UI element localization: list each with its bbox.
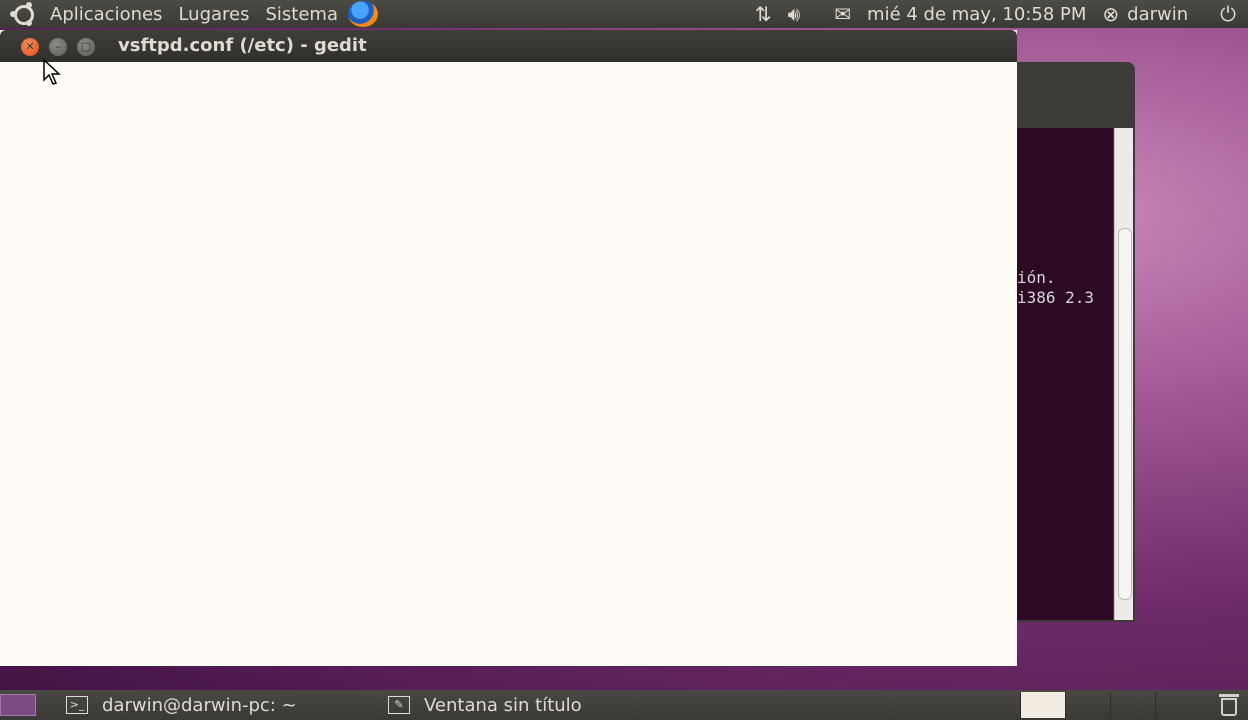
ubuntu-logo-icon[interactable] bbox=[10, 1, 36, 27]
text-editor-icon: ✎ bbox=[388, 696, 410, 714]
terminal-scrollbar[interactable] bbox=[1114, 128, 1133, 620]
workspace-3[interactable] bbox=[1110, 692, 1155, 718]
taskbar-item-terminal[interactable]: >_ darwin@darwin-pc: ~ bbox=[52, 690, 370, 720]
gedit-window[interactable]: ✕ – □ vsftpd.conf (/etc) - gedit bbox=[0, 30, 1017, 666]
taskbar-item-gedit[interactable]: ✎ Ventana sin título bbox=[374, 690, 696, 720]
indicator-area: ⇅ 🔊︎ ✉ mié 4 de may, 10:58 PM ⊗ darwin ⏻ bbox=[747, 0, 1248, 28]
taskbar-item-label: darwin@darwin-pc: ~ bbox=[102, 694, 297, 716]
workspace-2[interactable] bbox=[1065, 692, 1110, 718]
window-titlebar[interactable]: ✕ – □ vsftpd.conf (/etc) - gedit bbox=[0, 30, 1017, 62]
editor-area[interactable] bbox=[0, 62, 1017, 666]
window-title: vsftpd.conf (/etc) - gedit bbox=[118, 35, 367, 56]
workspace-4[interactable] bbox=[1155, 692, 1200, 718]
menu-applications[interactable]: Aplicaciones bbox=[42, 0, 170, 28]
terminal-content[interactable]: ión. i386 2.3 bbox=[1017, 128, 1113, 620]
terminal-line: i386 2.3 bbox=[1017, 288, 1095, 307]
taskbar-item-label: Ventana sin título bbox=[424, 694, 582, 716]
terminal-window[interactable]: ión. i386 2.3 bbox=[1017, 62, 1135, 622]
mail-icon[interactable]: ✉ bbox=[826, 0, 859, 28]
volume-icon[interactable]: 🔊︎ bbox=[780, 0, 809, 28]
firefox-icon[interactable] bbox=[346, 0, 380, 28]
minimize-icon: – bbox=[55, 40, 61, 53]
close-icon: ✕ bbox=[25, 40, 35, 53]
terminal-icon: >_ bbox=[66, 696, 88, 714]
menu-system[interactable]: Sistema bbox=[258, 0, 347, 28]
trash-icon[interactable] bbox=[1216, 692, 1242, 718]
maximize-icon: □ bbox=[80, 40, 92, 53]
top-panel: Aplicaciones Lugares Sistema ⇅ 🔊︎ ✉ mié … bbox=[0, 0, 1248, 28]
user-status-icon[interactable]: ⊗ bbox=[1094, 0, 1127, 28]
clock[interactable]: mié 4 de may, 10:58 PM bbox=[859, 0, 1094, 28]
close-button[interactable]: ✕ bbox=[21, 38, 39, 56]
scrollbar-thumb[interactable] bbox=[1118, 228, 1132, 600]
workspace-1[interactable] bbox=[1020, 692, 1065, 718]
power-icon[interactable]: ⏻ bbox=[1212, 0, 1244, 28]
show-desktop-button[interactable] bbox=[0, 694, 36, 716]
minimize-button[interactable]: – bbox=[49, 38, 67, 56]
terminal-line: ión. bbox=[1017, 268, 1056, 287]
menu-places[interactable]: Lugares bbox=[170, 0, 257, 28]
maximize-button[interactable]: □ bbox=[77, 38, 95, 56]
bottom-panel: >_ darwin@darwin-pc: ~ ✎ Ventana sin tít… bbox=[0, 690, 1248, 720]
network-icon[interactable]: ⇅ bbox=[747, 0, 780, 28]
user-name[interactable]: darwin bbox=[1127, 0, 1196, 28]
mouse-pointer-icon bbox=[43, 58, 61, 85]
